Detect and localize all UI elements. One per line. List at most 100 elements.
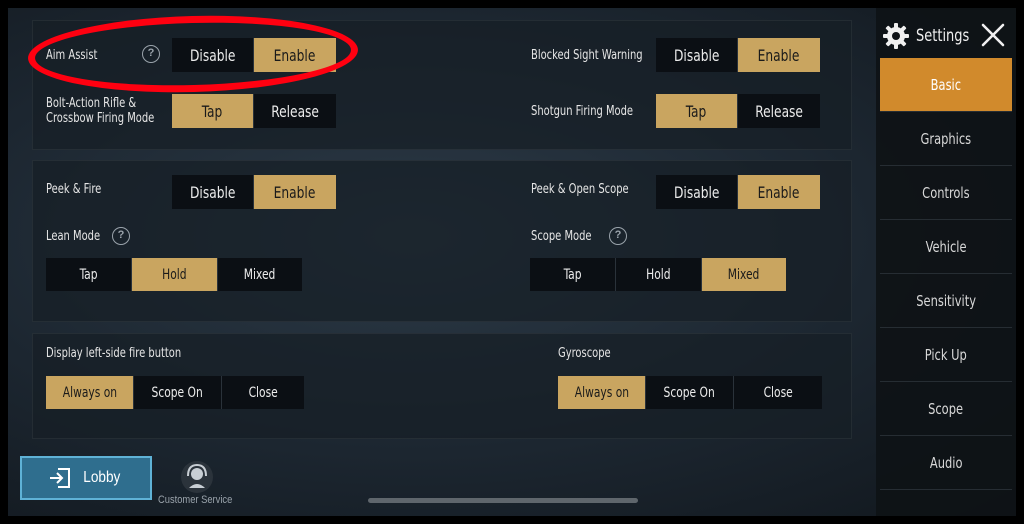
settings-title: Settings xyxy=(916,26,970,46)
option-label: Disable xyxy=(189,45,236,65)
option-enable[interactable]: Enable xyxy=(738,175,820,209)
option-label: Close xyxy=(248,384,278,401)
option-label: Tap xyxy=(563,266,582,283)
option-close[interactable]: Close xyxy=(734,376,822,409)
peek-fire-toggle: Disable Enable xyxy=(172,175,336,209)
aim-assist-label: Aim Assist xyxy=(46,48,98,63)
option-enable[interactable]: Enable xyxy=(254,175,336,209)
option-always-on[interactable]: Always on xyxy=(46,376,134,409)
left-fire-label: Display left-side fire button xyxy=(46,346,182,361)
option-release[interactable]: Release xyxy=(738,94,820,128)
blocked-sight-toggle: Disable Enable xyxy=(656,38,820,72)
option-label: Enable xyxy=(274,182,316,202)
nav-item-label: Audio xyxy=(929,453,963,472)
bolt-action-label: Bolt-Action Rifle & Crossbow Firing Mode xyxy=(46,96,155,126)
option-label: Scope On xyxy=(663,384,716,401)
option-label: Scope On xyxy=(151,384,204,401)
customer-service-label[interactable]: Customer Service xyxy=(158,494,232,506)
help-icon[interactable]: ? xyxy=(112,227,130,245)
close-icon[interactable] xyxy=(980,22,1006,48)
option-scope-on[interactable]: Scope On xyxy=(134,376,222,409)
option-disable[interactable]: Disable xyxy=(172,38,254,72)
scope-mode-label: Scope Mode xyxy=(531,229,592,244)
nav-item-label: Basic xyxy=(930,75,962,94)
option-label: Release xyxy=(755,101,803,121)
option-release[interactable]: Release xyxy=(254,94,336,128)
nav-item-audio[interactable]: Audio xyxy=(880,436,1012,490)
nav-item-label: Vehicle xyxy=(925,237,967,256)
option-tap[interactable]: Tap xyxy=(530,258,616,291)
option-tap[interactable]: Tap xyxy=(656,94,738,128)
option-label: Enable xyxy=(274,45,316,65)
lean-mode-selector: Tap Hold Mixed xyxy=(46,258,302,291)
option-close[interactable]: Close xyxy=(222,376,304,409)
nav-item-vehicle[interactable]: Vehicle xyxy=(880,220,1012,274)
shotgun-toggle: Tap Release xyxy=(656,94,820,128)
exit-icon xyxy=(50,468,71,488)
nav-item-basic[interactable]: Basic xyxy=(880,58,1012,112)
settings-nav: Basic Graphics Controls Vehicle Sensitivity P… xyxy=(880,58,1012,490)
option-enable[interactable]: Enable xyxy=(738,38,820,72)
option-hold[interactable]: Hold xyxy=(132,258,218,291)
nav-item-sensitivity[interactable]: Sensitivity xyxy=(880,274,1012,328)
nav-item-label: Scope xyxy=(928,399,964,418)
option-disable[interactable]: Disable xyxy=(172,175,254,209)
option-label: Mixed xyxy=(244,266,276,283)
option-label: Tap xyxy=(79,266,98,283)
option-label: Close xyxy=(763,384,793,401)
blocked-sight-label: Blocked Sight Warning xyxy=(531,48,643,63)
peek-scope-label: Peek & Open Scope xyxy=(531,182,629,197)
option-label: Tap xyxy=(686,101,707,121)
option-label: Hold xyxy=(646,266,671,283)
nav-item-label: Controls xyxy=(922,183,970,202)
option-mixed[interactable]: Mixed xyxy=(702,258,786,291)
scrollbar[interactable] xyxy=(368,498,638,503)
option-label: Release xyxy=(271,101,319,121)
nav-item-graphics[interactable]: Graphics xyxy=(880,112,1012,166)
option-scope-on[interactable]: Scope On xyxy=(646,376,734,409)
option-label: Mixed xyxy=(728,266,760,283)
option-label: Tap xyxy=(202,101,223,121)
settings-screen: Aim Assist ? Disable Enable Blocked Sight… xyxy=(0,0,1024,524)
nav-item-pick-up[interactable]: Pick Up xyxy=(880,328,1012,382)
nav-item-label: Graphics xyxy=(920,129,972,148)
nav-item-label: Sensitivity xyxy=(916,291,976,310)
option-label: Disable xyxy=(189,182,236,202)
aim-assist-toggle: Disable Enable xyxy=(172,38,336,72)
option-label: Hold xyxy=(162,266,187,283)
option-enable[interactable]: Enable xyxy=(254,38,336,72)
option-always-on[interactable]: Always on xyxy=(558,376,646,409)
peek-scope-toggle: Disable Enable xyxy=(656,175,820,209)
nav-item-label: Pick Up xyxy=(924,345,968,364)
option-label: Always on xyxy=(574,384,629,401)
lean-mode-label: Lean Mode xyxy=(46,229,101,244)
bolt-action-toggle: Tap Release xyxy=(172,94,336,128)
option-tap[interactable]: Tap xyxy=(46,258,132,291)
lobby-button[interactable]: Lobby xyxy=(20,456,152,500)
peek-fire-label: Peek & Fire xyxy=(46,182,102,197)
gear-icon xyxy=(883,23,909,49)
sidebar-header: Settings xyxy=(876,16,1016,56)
lobby-label: Lobby xyxy=(83,469,121,486)
option-hold[interactable]: Hold xyxy=(616,258,702,291)
nav-item-controls[interactable]: Controls xyxy=(880,166,1012,220)
gyroscope-label: Gyroscope xyxy=(558,346,611,361)
help-icon[interactable]: ? xyxy=(609,227,627,245)
settings-sidebar: Settings Basic Graphics Controls Vehicle Sen… xyxy=(876,8,1016,516)
option-label: Enable xyxy=(758,45,800,65)
gyroscope-selector: Always on Scope On Close xyxy=(558,376,822,409)
option-label: Always on xyxy=(62,384,117,401)
shotgun-label: Shotgun Firing Mode xyxy=(531,104,634,119)
left-fire-selector: Always on Scope On Close xyxy=(46,376,304,409)
nav-item-scope[interactable]: Scope xyxy=(880,382,1012,436)
scope-mode-selector: Tap Hold Mixed xyxy=(530,258,786,291)
option-disable[interactable]: Disable xyxy=(656,175,738,209)
option-disable[interactable]: Disable xyxy=(656,38,738,72)
headset-icon[interactable] xyxy=(180,460,214,494)
option-label: Disable xyxy=(673,45,720,65)
option-label: Enable xyxy=(758,182,800,202)
option-label: Disable xyxy=(673,182,720,202)
help-icon[interactable]: ? xyxy=(142,45,160,63)
option-mixed[interactable]: Mixed xyxy=(218,258,302,291)
option-tap[interactable]: Tap xyxy=(172,94,254,128)
